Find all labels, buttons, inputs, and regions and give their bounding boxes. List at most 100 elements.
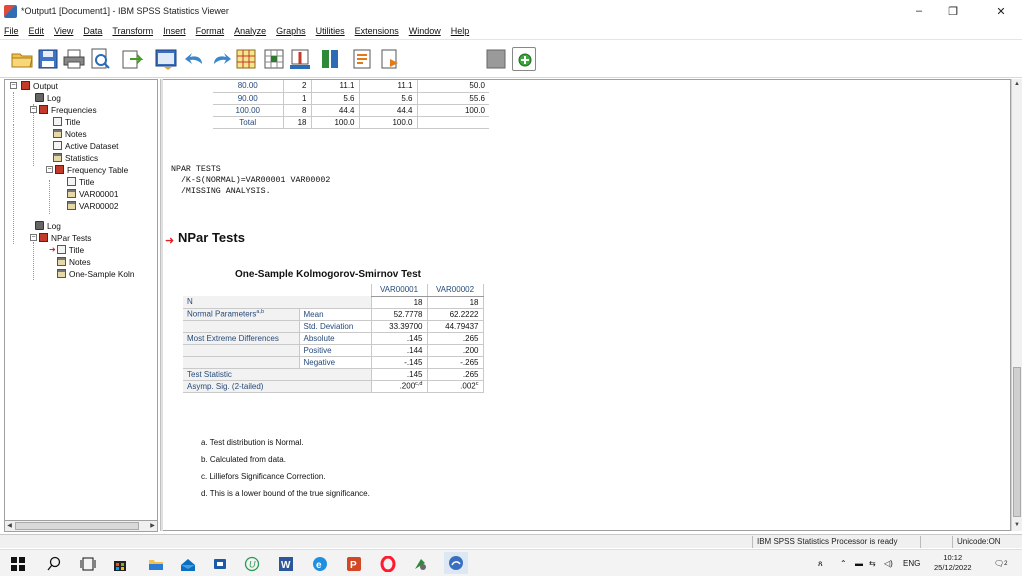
store-icon[interactable] xyxy=(112,556,128,572)
outline-item-notes[interactable]: Notes xyxy=(57,256,91,267)
table-icon xyxy=(67,201,76,210)
demote-icon[interactable] xyxy=(484,47,508,71)
collapse-npar-tests-toggle[interactable]: − xyxy=(30,234,37,241)
network-icon[interactable]: ⇆ xyxy=(869,550,876,577)
outline-item-title[interactable]: ➜ Title xyxy=(49,244,84,255)
maximize-button[interactable]: ❐ xyxy=(938,0,968,22)
table-row: 80.00 2 11.1 11.1 50.0 xyxy=(213,80,489,93)
close-button[interactable]: ✕ xyxy=(986,0,1016,22)
volume-icon[interactable]: ◁) xyxy=(884,550,893,577)
save-icon[interactable] xyxy=(36,47,60,71)
menu-edit[interactable]: Edit xyxy=(29,26,45,36)
app-u-icon[interactable]: U xyxy=(244,556,260,572)
undo-icon[interactable] xyxy=(182,47,206,71)
show-all-icon[interactable] xyxy=(350,47,374,71)
menu-file[interactable]: File xyxy=(4,26,19,36)
ks-test-table[interactable]: VAR00001 VAR00002 N 18 18 Normal Paramet… xyxy=(183,284,484,393)
ks-table-title: One-Sample Kolmogorov-Smirnov Test xyxy=(235,269,421,280)
section-title[interactable]: NPar Tests xyxy=(178,230,245,245)
menu-format[interactable]: Format xyxy=(196,26,225,36)
menu-window[interactable]: Window xyxy=(409,26,441,36)
folder-icon xyxy=(39,105,48,114)
show-hidden-icons-icon[interactable]: ⌃ xyxy=(840,550,847,577)
recall-dialog-icon[interactable] xyxy=(154,47,178,71)
media-icon[interactable] xyxy=(212,556,228,572)
log-icon xyxy=(35,221,44,230)
outline-item-var00002[interactable]: VAR00002 xyxy=(67,200,119,211)
outline-item-output[interactable]: Output xyxy=(21,80,58,91)
opera-icon[interactable] xyxy=(380,555,396,573)
table-row: 100.00 8 44.4 44.4 100.0 xyxy=(213,104,489,117)
outline-item-statistics[interactable]: Statistics xyxy=(53,152,98,163)
minimize-button[interactable]: – xyxy=(904,0,934,22)
open-folder-icon[interactable] xyxy=(10,47,34,71)
outline-item-active-dataset[interactable]: Active Dataset xyxy=(53,140,119,151)
outline-item-title[interactable]: Title xyxy=(53,116,80,127)
scroll-thumb[interactable] xyxy=(15,522,139,530)
outline-item-frequency-table[interactable]: Frequency Table xyxy=(55,164,128,175)
menu-help[interactable]: Help xyxy=(451,26,470,36)
collapse-output-toggle[interactable]: − xyxy=(10,82,17,89)
task-view-icon[interactable] xyxy=(80,556,96,572)
pinned-app-icon[interactable] xyxy=(412,556,428,572)
collapse-frequencies-toggle[interactable]: − xyxy=(30,106,37,113)
powerpoint-icon[interactable]: P xyxy=(346,556,362,572)
scroll-thumb[interactable] xyxy=(1013,367,1021,517)
battery-icon[interactable]: ▬ xyxy=(855,550,863,577)
print-icon[interactable] xyxy=(62,47,86,71)
notification-center-icon[interactable]: 🗨 2 xyxy=(994,550,1008,577)
person-icon[interactable]: ጸ xyxy=(818,550,823,577)
outline-item-npar-tests[interactable]: NPar Tests xyxy=(39,232,91,243)
search-icon[interactable] xyxy=(46,556,62,572)
table-row: 90.00 1 5.6 5.6 55.6 xyxy=(213,92,489,105)
menu-data[interactable]: Data xyxy=(83,26,102,36)
outline-item-title[interactable]: Title xyxy=(67,176,94,187)
input-language[interactable]: ENG xyxy=(903,550,920,577)
current-section-arrow-icon: ➜ xyxy=(165,235,175,247)
outline-item-var00001[interactable]: VAR00001 xyxy=(67,188,119,199)
file-explorer-icon[interactable] xyxy=(148,556,164,572)
windows-start-icon[interactable] xyxy=(10,556,26,572)
title-icon xyxy=(67,177,76,186)
table-row: Total 18 100.0 100.0 xyxy=(213,116,489,129)
menu-insert[interactable]: Insert xyxy=(163,26,186,36)
scroll-up-icon[interactable]: ▲ xyxy=(1012,79,1022,89)
redo-icon[interactable] xyxy=(210,47,234,71)
title-bar: *Output1 [Document1] - IBM SPSS Statisti… xyxy=(0,0,1022,22)
table-row: Most Extreme Differences Absolute .145 .… xyxy=(183,332,484,345)
content-vertical-scrollbar[interactable]: ▲ ▼ xyxy=(1011,79,1022,531)
menu-view[interactable]: View xyxy=(54,26,73,36)
svg-text:e: e xyxy=(316,560,322,571)
goto-data-icon[interactable] xyxy=(234,47,258,71)
collapse-frequency-table-toggle[interactable]: − xyxy=(46,166,53,173)
table-row: N 18 18 xyxy=(183,296,484,309)
menu-transform[interactable]: Transform xyxy=(112,26,153,36)
mail-icon[interactable] xyxy=(180,556,196,572)
insert-output-icon[interactable] xyxy=(512,47,536,71)
outline-horizontal-scrollbar[interactable]: ◀ ▶ xyxy=(4,520,158,532)
taskbar-clock[interactable]: 10:12 25/12/2022 xyxy=(934,553,972,573)
output-list-icon[interactable] xyxy=(318,47,342,71)
outline-item-frequencies[interactable]: Frequencies xyxy=(39,104,97,115)
scroll-down-icon[interactable]: ▼ xyxy=(1012,520,1022,530)
scroll-right-icon[interactable]: ▶ xyxy=(148,522,157,530)
menu-utilities[interactable]: Utilities xyxy=(316,26,345,36)
menu-analyze[interactable]: Analyze xyxy=(234,26,266,36)
goto-case-icon[interactable] xyxy=(262,47,286,71)
menu-extensions[interactable]: Extensions xyxy=(355,26,399,36)
edge-icon[interactable]: e xyxy=(312,556,328,572)
menu-graphs[interactable]: Graphs xyxy=(276,26,306,36)
print-preview-icon[interactable] xyxy=(88,47,112,71)
export-icon[interactable] xyxy=(120,47,144,71)
scroll-left-icon[interactable]: ◀ xyxy=(5,522,14,530)
outline-item-notes[interactable]: Notes xyxy=(53,128,87,139)
footnote: c. Lilliefors Significance Correction. xyxy=(201,472,326,481)
word-icon[interactable]: W xyxy=(278,556,294,572)
variables-icon[interactable] xyxy=(288,47,312,71)
spss-icon[interactable] xyxy=(444,552,468,574)
current-item-arrow-icon: ➜ xyxy=(49,245,56,254)
outline-item-log[interactable]: Log xyxy=(35,92,61,103)
outline-item-one-sample-ks[interactable]: One-Sample Koln xyxy=(57,268,135,279)
outline-item-log[interactable]: Log xyxy=(35,220,61,231)
promote-icon[interactable] xyxy=(378,47,402,71)
